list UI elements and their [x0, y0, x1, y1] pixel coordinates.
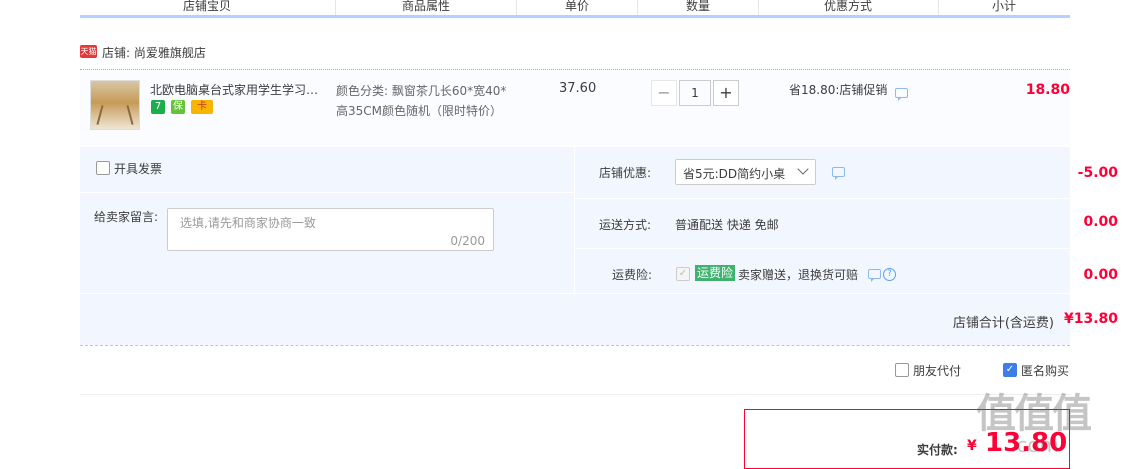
shop-discount-select[interactable]: 省5元:DD简约小桌: [675, 159, 816, 185]
header-underline: [80, 15, 1070, 18]
product-title-link[interactable]: 北欧电脑桌台式家用学生学习办公桌: [150, 81, 330, 98]
divider: [575, 248, 1070, 249]
header-divider: [516, 0, 517, 15]
header-divider: [637, 0, 638, 15]
divider: [80, 293, 1070, 294]
col-header-properties: 商品属性: [402, 0, 451, 13]
header-divider: [938, 0, 939, 15]
anonymous-purchase-checkbox[interactable]: ✓: [1003, 363, 1017, 377]
message-char-counter: 0/200: [450, 234, 485, 248]
chat-icon[interactable]: [832, 167, 845, 180]
shipping-label: 运送方式:: [599, 218, 652, 232]
shop-discount-value: 省5元:DD简约小桌: [683, 167, 786, 181]
shipping-amount: 0.00: [1083, 214, 1118, 230]
chevron-down-icon: [797, 163, 809, 175]
chat-icon[interactable]: [868, 269, 881, 282]
divider: [80, 192, 574, 193]
insurance-badge: 运费险: [695, 265, 736, 281]
insurance-checkbox: ✓: [676, 267, 690, 281]
help-icon[interactable]: ?: [883, 268, 896, 281]
col-header-subtotal: 小计: [992, 0, 1017, 13]
product-thumbnail[interactable]: [90, 80, 140, 130]
quantity-decrease-button[interactable]: −: [651, 80, 677, 106]
col-header-quantity: 数量: [686, 0, 711, 13]
item-promotion: 省18.80:店铺促销: [789, 83, 888, 97]
order-table-header: 店铺宝贝 商品属性 单价 数量 优惠方式 小计: [80, 0, 1070, 15]
shipping-method: 普通配送 快递 免邮: [675, 218, 779, 232]
col-header-discount: 优惠方式: [824, 0, 873, 13]
quantity-increase-button[interactable]: +: [713, 80, 739, 106]
header-divider: [758, 0, 759, 15]
divider: [80, 394, 1070, 395]
property-line: 颜色分类: 飘窗茶几长60*宽40*: [336, 84, 507, 98]
shop-total-label: 店铺合计(含运费): [952, 316, 1054, 331]
item-subtotal: 18.80: [1025, 82, 1070, 98]
chat-icon[interactable]: [895, 88, 908, 101]
property-line: 高35CM颜色随机（限时特价）: [336, 104, 503, 118]
pay-amount-label: 实付款:: [917, 443, 958, 457]
pay-currency: ¥: [967, 438, 977, 454]
header-divider: [335, 0, 336, 15]
insurance-amount: 0.00: [1083, 267, 1118, 283]
invoice-checkbox[interactable]: [96, 161, 110, 175]
divider: [574, 147, 575, 293]
watermark-logo: 值值值: [976, 391, 1092, 437]
quantity-stepper: − 1 +: [651, 80, 739, 106]
friend-pay-label[interactable]: 朋友代付: [913, 362, 961, 379]
shop-discount-label: 店铺优惠:: [599, 166, 652, 180]
message-label: 给卖家留言:: [94, 210, 159, 224]
seller-message-field[interactable]: 选填,请先和商家协商一致 0/200: [167, 208, 494, 251]
col-header-item: 店铺宝贝: [183, 0, 232, 13]
credit-card-icon[interactable]: 卡: [191, 100, 213, 114]
insurance-text: 卖家赠送，退换货可赔: [738, 268, 859, 282]
shop-total-value: ¥13.80: [1063, 311, 1118, 327]
quantity-input[interactable]: 1: [679, 80, 711, 106]
shop-discount-amount: -5.00: [1077, 165, 1118, 181]
shop-name-link[interactable]: 店铺: 尚爱雅旗舰店: [102, 44, 206, 61]
seven-day-return-icon[interactable]: 7: [151, 100, 165, 114]
guarantee-icon[interactable]: 保: [171, 100, 185, 114]
insurance-label: 运费险:: [612, 268, 653, 282]
product-properties: 颜色分类: 飘窗茶几长60*宽40* 高35CM颜色随机（限时特价）: [336, 81, 506, 121]
friend-pay-checkbox[interactable]: [895, 363, 909, 377]
invoice-label[interactable]: 开具发票: [114, 160, 162, 177]
tmall-badge-icon: 天猫: [80, 45, 97, 58]
watermark-domain: .com: [1010, 433, 1060, 457]
message-placeholder: 选填,请先和商家协商一致: [180, 216, 316, 230]
unit-price: 37.60: [559, 81, 597, 96]
col-header-unit-price: 单价: [565, 0, 590, 13]
anonymous-purchase-label[interactable]: 匿名购买: [1021, 362, 1069, 379]
divider: [80, 345, 1070, 346]
divider: [575, 198, 1070, 199]
